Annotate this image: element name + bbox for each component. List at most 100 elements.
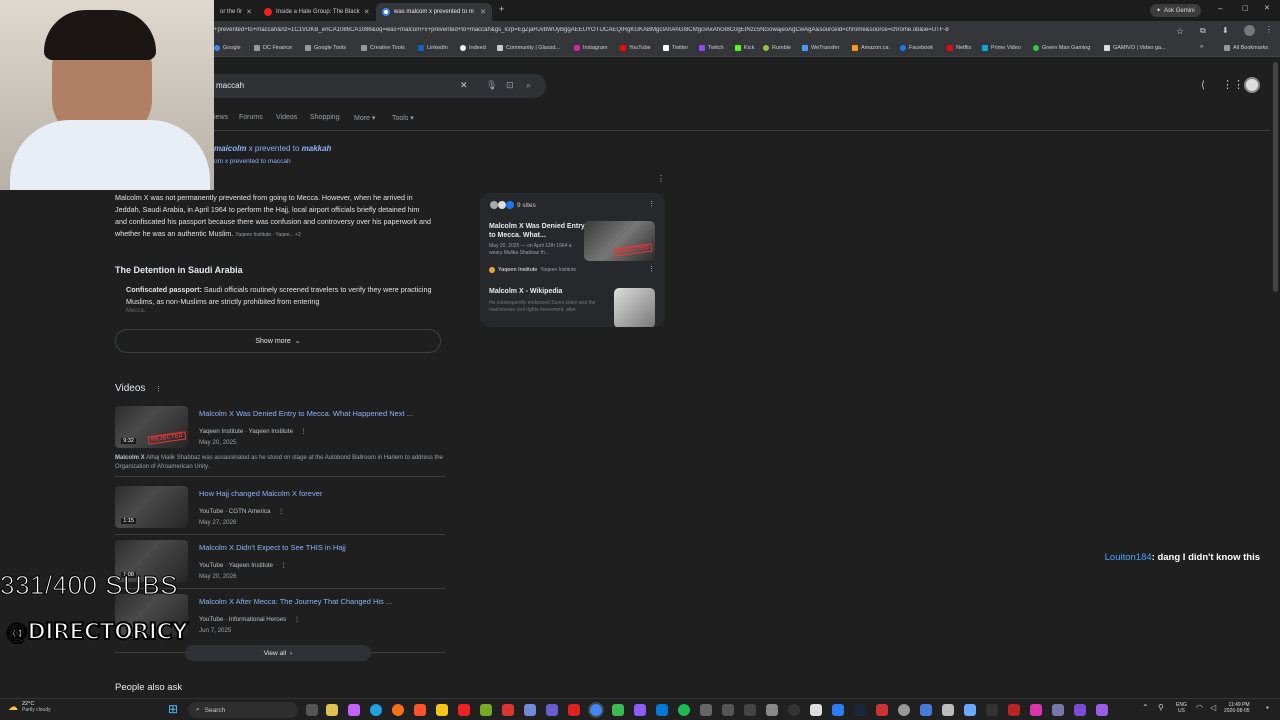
video-thumbnail[interactable]: 9:32 REJECTED (115, 406, 188, 448)
weather-widget[interactable]: ☁ 22°C Partly cloudy (8, 701, 51, 713)
app-icon[interactable] (744, 704, 756, 716)
volume-icon[interactable]: ◁ (1210, 703, 1216, 712)
task-view-icon[interactable] (306, 704, 318, 716)
video-title[interactable]: Malcolm X Didn't Expect to See THIS in H… (199, 543, 346, 552)
app-icon[interactable] (832, 704, 844, 716)
bookmark-amazon[interactable]: Amazon.ca (852, 45, 889, 51)
ask-gemini-button[interactable]: ✦ Ask Gemini (1150, 4, 1201, 17)
bookmark-dc-finance[interactable]: DC Finance (254, 45, 292, 51)
bookmark-star-icon[interactable]: ☆ (1176, 26, 1184, 37)
bookmark-wetransfer[interactable]: WeTransfer (802, 45, 839, 51)
videos-menu-icon[interactable]: ⋮ (155, 385, 162, 393)
tab-active-search[interactable]: was malcom x prevented to m ✕ (376, 3, 492, 21)
close-tab-icon[interactable]: ✕ (480, 8, 486, 16)
bookmark-google[interactable]: Google (214, 45, 241, 51)
bookmark-all-bookmarks[interactable]: All Bookmarks (1224, 45, 1268, 51)
video-title[interactable]: How Hajj changed Malcolm X forever (199, 489, 322, 498)
bookmark-green-man-gaming[interactable]: Green Man Gaming (1033, 45, 1090, 51)
close-window-icon[interactable]: ✕ (1264, 4, 1270, 12)
taskbar-search[interactable]: ⌕ Search (188, 702, 298, 718)
bookmark-google-tools[interactable]: Google Tools (305, 45, 346, 51)
app-icon[interactable] (700, 704, 712, 716)
sources-menu-icon[interactable]: ⋮ (648, 200, 655, 208)
bookmark-prime-video[interactable]: Prime Video (982, 45, 1021, 51)
wifi-icon[interactable]: ◠ (1196, 703, 1203, 712)
app-icon[interactable] (942, 704, 954, 716)
bookmark-indeed[interactable]: Indeed (460, 45, 486, 51)
app-icon[interactable] (348, 704, 360, 716)
source-card-title[interactable]: Malcolm X - Wikipedia (489, 288, 562, 295)
app-icon[interactable] (986, 704, 998, 716)
lens-search-icon[interactable]: ⊡ (506, 80, 514, 91)
bookmark-twitch[interactable]: Twitch (699, 45, 724, 51)
bookmark-twitter[interactable]: Twitter (663, 45, 688, 51)
account-avatar[interactable] (1244, 77, 1260, 93)
video-result[interactable]: 1:15 How Hajj changed Malcolm X forever … (115, 486, 445, 528)
tab-more[interactable]: More ▾ (354, 114, 375, 122)
spotify-icon[interactable] (678, 704, 690, 716)
app-icon[interactable] (480, 704, 492, 716)
bookmark-creative-tools[interactable]: Creative Tools (361, 45, 405, 51)
sources-count[interactable]: 9 sites (490, 201, 536, 209)
bookmark-rumble[interactable]: Rumble (763, 45, 791, 51)
overview-citation[interactable]: Yaqeen Institute · Yaqee... +2 (235, 232, 300, 238)
extensions-icon[interactable]: ⧉ (1200, 26, 1206, 36)
tab-forums[interactable]: Forums (239, 114, 263, 121)
app-icon[interactable] (1008, 704, 1020, 716)
app-icon[interactable] (502, 704, 514, 716)
bookmark-kick[interactable]: Kick (735, 45, 754, 51)
spelling-correction[interactable]: maicolm x prevented to makkah (214, 144, 331, 153)
windows-start-icon[interactable]: ⊞ (168, 702, 178, 716)
app-icon[interactable] (612, 704, 624, 716)
share-icon[interactable]: ⟨ (1201, 80, 1205, 91)
app-icon[interactable] (458, 704, 470, 716)
edge-icon[interactable] (370, 704, 382, 716)
profile-avatar[interactable] (1244, 25, 1255, 36)
maximize-icon[interactable]: ▢ (1242, 4, 1249, 12)
app-icon[interactable] (810, 704, 822, 716)
scrollbar[interactable] (1273, 62, 1278, 292)
video-menu-icon[interactable]: ⋮ (301, 428, 307, 435)
app-icon[interactable] (876, 704, 888, 716)
clear-search-icon[interactable]: ✕ (460, 80, 468, 91)
close-tab-icon[interactable]: ✕ (246, 8, 252, 16)
chrome-icon[interactable] (590, 704, 602, 716)
tab-news[interactable]: iews (214, 114, 228, 121)
original-query-link[interactable]: om x prevented to maccah (214, 158, 291, 165)
app-icon[interactable] (568, 704, 580, 716)
video-thumbnail[interactable]: 1:15 (115, 486, 188, 528)
notification-bell-icon[interactable]: ▪ (1266, 703, 1269, 712)
app-icon[interactable] (656, 704, 668, 716)
bookmark-linkedin[interactable]: LinkedIn (418, 45, 448, 51)
new-tab-icon[interactable]: + (499, 4, 504, 14)
search-icon[interactable]: ⌕ (526, 80, 531, 91)
brave-icon[interactable] (414, 704, 426, 716)
menu-icon[interactable]: ⋮ (1265, 25, 1273, 34)
close-tab-icon[interactable]: ✕ (364, 8, 370, 16)
app-icon[interactable] (1096, 704, 1108, 716)
tab-tools[interactable]: Tools ▾ (392, 114, 414, 122)
app-icon[interactable] (898, 704, 910, 716)
video-menu-icon[interactable]: ⋮ (278, 508, 284, 515)
bookmark-instagram[interactable]: Instagram (574, 45, 607, 51)
bookmark-glassdoor[interactable]: Community | Glassd... (497, 45, 560, 51)
overview-menu-icon[interactable]: ⋮ (657, 174, 665, 183)
clock[interactable]: 11:49 PM 2026-08-05 (1224, 702, 1250, 714)
app-icon[interactable] (964, 704, 976, 716)
app-icon[interactable] (920, 704, 932, 716)
discord-icon[interactable] (524, 704, 536, 716)
bookmark-facebook[interactable]: Facebook (900, 45, 933, 51)
more-bookmarks-icon[interactable]: » (1200, 44, 1203, 50)
source-card-menu-icon[interactable]: ⋮ (648, 265, 655, 273)
minimize-icon[interactable]: – (1218, 4, 1222, 13)
tray-chevron-icon[interactable]: ⌃ (1142, 703, 1149, 712)
video-menu-icon[interactable]: ⋮ (281, 562, 287, 569)
download-icon[interactable]: ⬇ (1222, 26, 1229, 35)
tab-partial[interactable]: or the fir ✕ (214, 3, 258, 21)
video-result[interactable]: 9:32 REJECTED Malcolm X Was Denied Entry… (115, 406, 445, 448)
wikipedia-thumbnail[interactable] (614, 288, 655, 327)
app-icon[interactable] (1074, 704, 1086, 716)
bookmark-youtube[interactable]: YouTube (620, 45, 651, 51)
app-icon[interactable] (722, 704, 734, 716)
obs-icon[interactable] (788, 704, 800, 716)
